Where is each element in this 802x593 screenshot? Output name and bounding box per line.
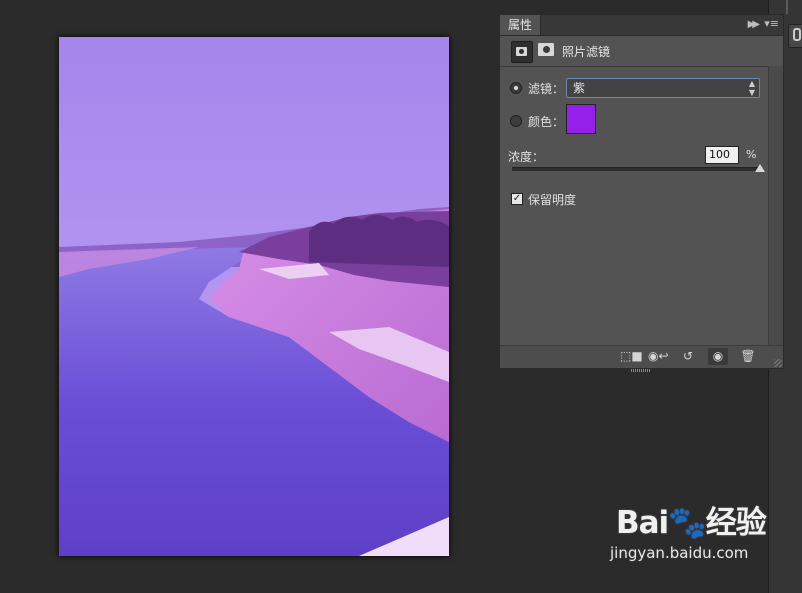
color-radio[interactable] xyxy=(510,115,522,127)
watermark-logo: Bai🐾经验 xyxy=(616,505,767,541)
panel-footer: ⬚■ ◉↩ ↺ ◉ 🗑 xyxy=(500,345,783,372)
panel-scrollbar[interactable] xyxy=(768,66,783,346)
properties-panel: 属性 ▶▶ ▾≡ 照片滤镜 滤镜： 紫 ▲ ▼ 颜色： 浓度： 100 % ✓ 保… xyxy=(499,14,784,372)
filter-row: 滤镜： 紫 ▲ ▼ xyxy=(500,78,783,98)
filter-select[interactable]: 紫 ▲ ▼ xyxy=(566,78,760,98)
panel-title: 照片滤镜 xyxy=(562,45,611,59)
panel-tab-bar: 属性 ▶▶ ▾≡ xyxy=(500,15,783,36)
visibility-eye-icon[interactable]: ◉ xyxy=(708,348,728,365)
panel-header: 照片滤镜 xyxy=(500,36,783,67)
select-arrows-icon: ▲ ▼ xyxy=(748,79,755,97)
preserve-row: ✓ 保留明度 xyxy=(500,191,783,211)
watermark-url: jingyan.baidu.com xyxy=(610,544,749,562)
density-unit: % xyxy=(746,148,757,161)
density-label: 浓度： xyxy=(508,150,545,164)
clip-to-layer-icon[interactable]: ⬚■ xyxy=(620,348,643,365)
resize-grip-icon[interactable] xyxy=(774,359,782,367)
canvas-photo xyxy=(59,37,449,556)
density-row: 浓度： 100 % xyxy=(500,146,783,178)
slider-thumb[interactable] xyxy=(755,164,765,172)
reset-icon[interactable]: ↺ xyxy=(678,348,698,365)
panel-menu-icon[interactable]: ▾≡ xyxy=(764,17,779,30)
color-label: 颜色： xyxy=(528,115,565,129)
panel-resize-handle[interactable] xyxy=(631,369,651,372)
layer-mask-icon[interactable] xyxy=(538,43,554,56)
density-input[interactable]: 100 xyxy=(705,146,739,164)
filter-label: 滤镜： xyxy=(528,82,565,96)
color-swatch[interactable] xyxy=(566,104,596,134)
tab-properties[interactable]: 属性 xyxy=(500,15,542,35)
view-previous-state-icon[interactable]: ◉↩ xyxy=(648,348,669,365)
double-chevron-right-icon[interactable]: ▶▶ xyxy=(748,19,761,30)
filter-select-value: 紫 xyxy=(573,81,586,95)
preserve-checkbox[interactable]: ✓ xyxy=(511,193,523,205)
trash-icon[interactable]: 🗑 xyxy=(738,348,758,365)
photo-filter-adjustment-icon[interactable] xyxy=(511,41,533,63)
baidu-watermark: Bai🐾经验 jingyan.baidu.com xyxy=(610,505,767,562)
preserve-label: 保留明度 xyxy=(528,193,577,207)
filter-radio[interactable] xyxy=(510,82,522,94)
dock-glyph-icon xyxy=(793,28,801,41)
density-slider[interactable] xyxy=(512,164,765,172)
dock-button[interactable] xyxy=(788,24,802,48)
color-row: 颜色： xyxy=(500,104,783,134)
toolbar-divider xyxy=(786,0,788,14)
